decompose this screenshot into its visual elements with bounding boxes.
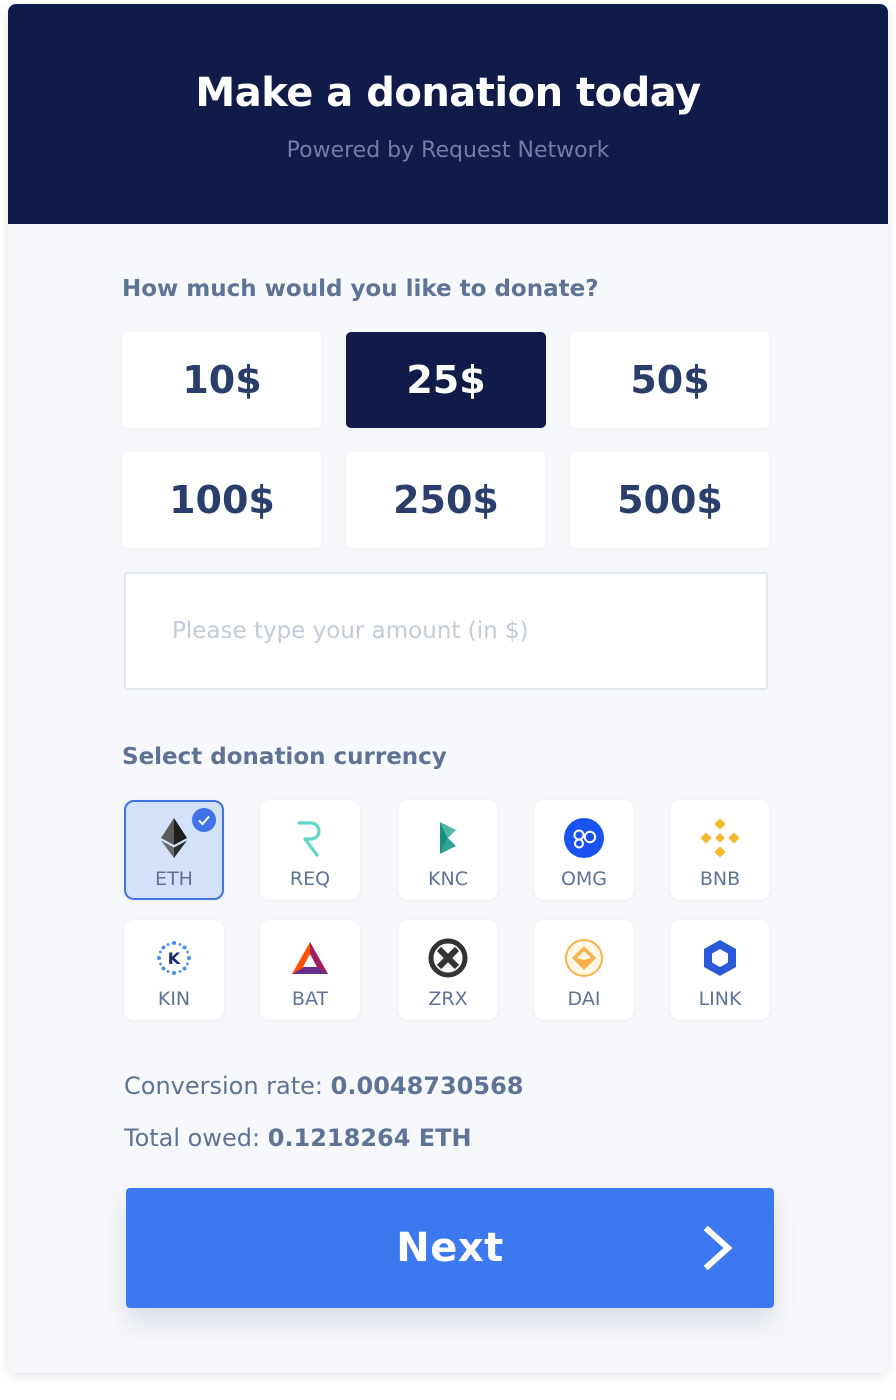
currency-link[interactable]: LINK	[670, 920, 770, 1020]
custom-amount-input[interactable]	[124, 572, 768, 690]
currency-code: KIN	[157, 988, 191, 1010]
amount-section-label: How much would you like to donate?	[122, 276, 599, 302]
currency-code: KNC	[428, 868, 468, 890]
conversion-rate-label: Conversion rate:	[124, 1072, 324, 1100]
amount-option-10[interactable]: 10$	[122, 332, 322, 428]
currency-code: OMG	[560, 868, 608, 890]
dai-icon	[564, 938, 604, 978]
page-subtitle: Powered by Request Network	[286, 138, 610, 163]
total-owed-label: Total owed:	[124, 1124, 261, 1152]
donation-card: Make a donation today Powered by Request…	[8, 4, 888, 1373]
currency-bat[interactable]: BAT	[260, 920, 360, 1020]
total-owed-value: 0.1218264 ETH	[267, 1124, 472, 1152]
currency-zrx[interactable]: ZRX	[398, 920, 498, 1020]
zrx-icon	[428, 938, 468, 978]
next-button[interactable]: Next	[126, 1188, 774, 1308]
currency-dai[interactable]: DAI	[534, 920, 634, 1020]
currency-eth[interactable]: ETH	[124, 800, 224, 900]
request-icon	[290, 818, 330, 858]
chevron-right-icon	[703, 1226, 733, 1270]
currency-kin[interactable]: K KIN	[124, 920, 224, 1020]
currency-code: ZRX	[428, 988, 468, 1010]
currency-code: BAT	[291, 988, 329, 1010]
amount-option-100[interactable]: 100$	[122, 452, 322, 548]
currency-code: ETH	[155, 868, 193, 890]
conversion-rate: Conversion rate: 0.0048730568	[124, 1072, 523, 1100]
amount-option-25[interactable]: 25$	[346, 332, 546, 428]
currency-code: LINK	[698, 988, 742, 1010]
ethereum-icon	[154, 818, 194, 858]
currency-code: BNB	[699, 868, 741, 890]
chainlink-icon	[700, 938, 740, 978]
currency-omg[interactable]: OMG	[534, 800, 634, 900]
bat-icon	[290, 938, 330, 978]
amount-option-50[interactable]: 50$	[570, 332, 770, 428]
currency-bnb[interactable]: BNB	[670, 800, 770, 900]
currency-req[interactable]: REQ	[260, 800, 360, 900]
kyber-icon	[428, 818, 468, 858]
header: Make a donation today Powered by Request…	[8, 4, 888, 224]
conversion-rate-value: 0.0048730568	[330, 1072, 524, 1100]
next-button-label: Next	[396, 1225, 504, 1271]
currency-section-label: Select donation currency	[122, 744, 447, 770]
currency-knc[interactable]: KNC	[398, 800, 498, 900]
currency-code: DAI	[567, 988, 601, 1010]
amount-option-250[interactable]: 250$	[346, 452, 546, 548]
binance-icon	[700, 818, 740, 858]
total-owed: Total owed: 0.1218264 ETH	[124, 1124, 472, 1152]
amount-option-500[interactable]: 500$	[570, 452, 770, 548]
page-title: Make a donation today	[195, 70, 701, 116]
kin-icon: K	[154, 938, 194, 978]
currency-code: REQ	[289, 868, 331, 890]
check-icon	[192, 808, 216, 832]
omisego-icon	[564, 818, 604, 858]
svg-text:K: K	[168, 949, 181, 968]
